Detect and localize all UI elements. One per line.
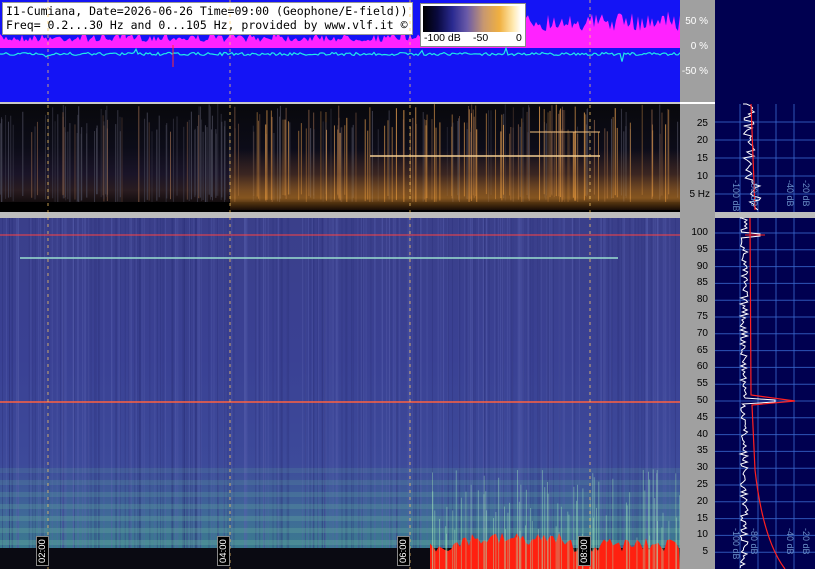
high-tick: 70 bbox=[696, 327, 708, 339]
profile-high-label-4: -20 dB bbox=[801, 528, 811, 555]
high-tick: 100 bbox=[691, 227, 708, 238]
low-tick-15: 15 bbox=[696, 153, 708, 164]
high-tick: 30 bbox=[696, 462, 708, 474]
high-tick: 10 bbox=[696, 529, 708, 541]
high-tick: 60 bbox=[696, 361, 708, 373]
profile-low-label-1: -100 dB bbox=[731, 180, 741, 212]
time-label-0800: 08:00 bbox=[578, 536, 591, 566]
waveform-tick-neg50: -50 % bbox=[681, 66, 708, 77]
axis-separator bbox=[680, 102, 715, 104]
high-tick: 65 bbox=[696, 344, 708, 356]
spectrum-profile-panel: -100 dB -80 dB -40 dB -20 dB -100 dB -80… bbox=[715, 0, 815, 569]
high-tick: 95 bbox=[696, 243, 708, 255]
high-tick: 85 bbox=[696, 277, 708, 289]
high-tick: 5 bbox=[702, 546, 708, 558]
high-tick: 15 bbox=[696, 512, 708, 524]
high-tick: 80 bbox=[696, 294, 708, 306]
profile-low-label-2: -80 dB bbox=[749, 180, 759, 207]
high-tick: 55 bbox=[696, 378, 708, 390]
waveform-tick-0: 0 % bbox=[690, 41, 708, 52]
spectrum-profile-graph bbox=[715, 103, 815, 569]
high-tick: 50 bbox=[696, 395, 708, 406]
high-tick: 40 bbox=[696, 428, 708, 440]
profile-low-label-3: -40 dB bbox=[785, 180, 795, 207]
high-tick: 25 bbox=[696, 479, 708, 490]
frequency-axis-panel: 50 % 0 % -50 % 25 20 15 10 5 Hz 100 95 90 8… bbox=[680, 0, 715, 569]
low-tick-20: 20 bbox=[696, 135, 708, 146]
profile-high-label-3: -40 dB bbox=[785, 528, 795, 555]
low-tick-10: 10 bbox=[696, 171, 708, 182]
high-tick: 35 bbox=[696, 445, 708, 457]
high-tick: 75 bbox=[696, 311, 708, 322]
profile-high-label-2: -80 dB bbox=[749, 528, 759, 555]
waveform-tick-50: 50 % bbox=[685, 16, 708, 27]
low-tick-5hz: 5 Hz bbox=[689, 189, 710, 200]
profile-low-label-4: -20 dB bbox=[801, 180, 811, 207]
profile-high-label-1: -100 dB bbox=[731, 528, 741, 560]
time-label-0600: 06:00 bbox=[397, 536, 410, 566]
high-tick: 45 bbox=[696, 411, 708, 423]
time-label-0400: 04:00 bbox=[217, 536, 230, 566]
time-label-0200: 02:00 bbox=[36, 536, 49, 566]
time-grid bbox=[47, 0, 591, 569]
low-tick-25: 25 bbox=[696, 118, 708, 129]
high-tick: 20 bbox=[696, 495, 708, 507]
high-tick: 90 bbox=[696, 260, 708, 272]
